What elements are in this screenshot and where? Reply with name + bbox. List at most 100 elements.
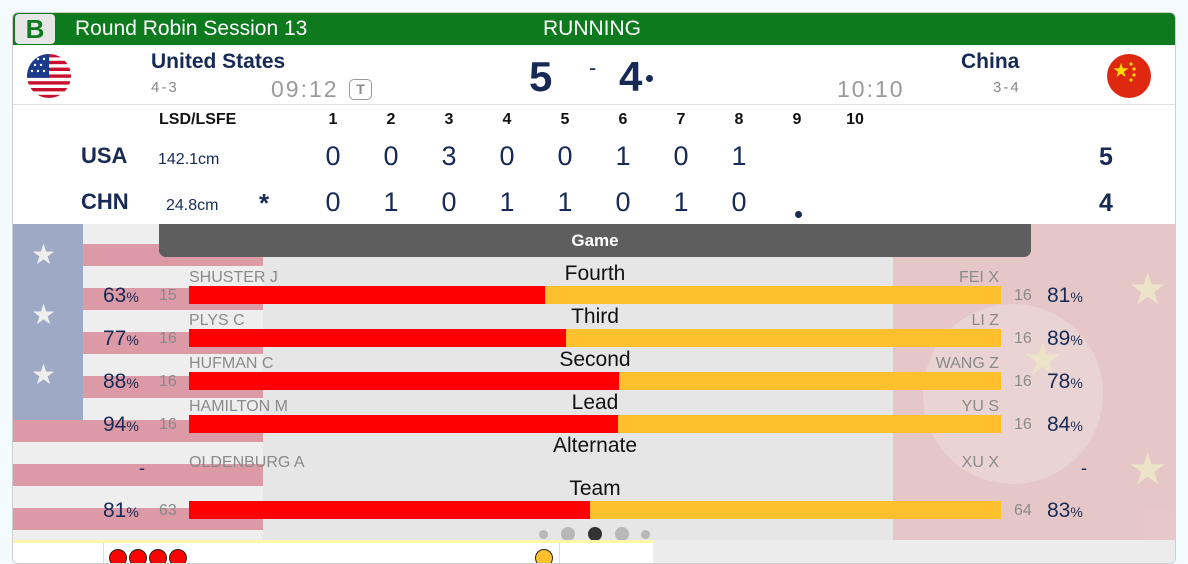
usa-total: 5	[1099, 143, 1113, 171]
position-label: Fourth	[564, 262, 626, 285]
chn-percentage-value: 84	[1047, 413, 1071, 436]
linescore: LSD/LSFE 1 2 3 4 5 6 7 8 9 10 USA 142.1c…	[13, 106, 1175, 224]
chn-shot-count: 16	[1014, 287, 1032, 304]
teams-row: United States 4-3 09:12 T 5 - 4 10:10 Ch…	[13, 45, 1175, 105]
usa-percentage-value: 77	[103, 327, 127, 350]
away-team-record: 3-4	[993, 79, 1021, 96]
stat-row-alternate: OLDENBURG A Alternate XU X - -	[13, 434, 1175, 479]
percent-sign: %	[1070, 289, 1083, 305]
stat-row-fourth: SHUSTER J Fourth FEI X 63% 15 16 81%	[13, 262, 1175, 307]
percent-sign: %	[1070, 504, 1083, 520]
sheet-badge: B	[15, 14, 55, 44]
red-stone-icon	[149, 549, 167, 563]
divider	[103, 543, 104, 563]
home-team-record: 4-3	[151, 79, 179, 96]
divider	[559, 543, 560, 563]
home-team-name: United States	[151, 50, 286, 73]
scoreboard-card: B Round Robin Session 13 RUNNING United …	[12, 12, 1176, 564]
page-dot-active[interactable]	[588, 527, 602, 541]
chn-percentage: 84%	[1047, 413, 1083, 437]
usa-percentage: 81%	[103, 499, 139, 523]
timeout-icon[interactable]: T	[349, 79, 372, 100]
usa-bar-fill	[189, 329, 566, 347]
comparison-bar	[189, 501, 1001, 519]
usa-percentage-value: 81	[103, 499, 127, 522]
chn-end-1: 0	[325, 187, 341, 217]
page-dot[interactable]	[561, 527, 575, 541]
chn-player-name: FEI X	[958, 269, 999, 286]
usa-shot-count: 16	[159, 416, 177, 433]
comparison-bar	[189, 329, 1001, 347]
chn-shot-count: 64	[1014, 502, 1032, 519]
usa-end-8: 1	[731, 141, 747, 171]
red-stone-icon	[109, 549, 127, 563]
chn-player-name: LI Z	[971, 312, 999, 329]
end-header-10: 10	[846, 111, 864, 128]
usa-bar-fill	[189, 501, 591, 519]
usa-end-1: 0	[325, 141, 341, 171]
away-team-name: China	[961, 50, 1020, 73]
position-label: Second	[559, 348, 631, 371]
home-score: 5	[529, 53, 553, 100]
tab-game[interactable]: Game	[159, 224, 1031, 257]
comparison-bar	[189, 286, 1001, 304]
end-header-4: 4	[502, 111, 512, 128]
yellow-stone-icon	[535, 549, 553, 563]
chn-percentage: 78%	[1047, 370, 1083, 394]
usa-shot-count: 15	[159, 287, 177, 304]
usa-player-name: OLDENBURG A	[189, 454, 305, 471]
chn-end-6: 0	[615, 187, 631, 217]
usa-player-name: PLYS C	[189, 312, 245, 329]
usa-bar-fill	[189, 286, 546, 304]
percent-sign: %	[126, 289, 139, 305]
chn-percentage-value: 78	[1047, 370, 1071, 393]
usa-percentage: -	[139, 458, 145, 478]
comparison-bar	[189, 372, 1001, 390]
end-header-2: 2	[386, 111, 396, 128]
bottom-filler	[653, 540, 1175, 563]
end-header-5: 5	[560, 111, 570, 128]
away-time-clock: 10:10	[837, 76, 905, 102]
usa-shot-count: 16	[159, 330, 177, 347]
stat-row-team: Team 81% 63 64 83%	[13, 477, 1175, 523]
chn-player-name: YU S	[961, 398, 999, 415]
position-label: Team	[569, 477, 621, 500]
usa-lsd: 142.1cm	[158, 151, 220, 168]
page-dot[interactable]	[539, 530, 548, 539]
usa-abbr: USA	[81, 143, 128, 168]
chn-shot-count: 16	[1014, 416, 1032, 433]
usa-player-name: SHUSTER J	[189, 269, 278, 286]
page: B Round Robin Session 13 RUNNING United …	[0, 0, 1188, 564]
session-title: Round Robin Session 13	[75, 17, 308, 40]
page-dot[interactable]	[641, 530, 650, 539]
usa-percentage-value: 94	[103, 413, 127, 436]
stat-row-lead: HAMILTON M Lead YU S 94% 16 16 84%	[13, 391, 1175, 437]
usa-end-3: 3	[441, 141, 457, 171]
game-status: RUNNING	[543, 17, 641, 40]
page-dot[interactable]	[615, 527, 629, 541]
end-header-3: 3	[444, 111, 454, 128]
usa-shot-count: 16	[159, 373, 177, 390]
lsd-header: LSD/LSFE	[159, 111, 237, 128]
chn-percentage: 83%	[1047, 499, 1083, 523]
stat-row-third: PLYS C Third LI Z 77% 16 16 89%	[13, 305, 1175, 351]
usa-shot-count: 63	[159, 502, 177, 519]
chn-total: 4	[1099, 189, 1113, 217]
usa-flag-icon	[27, 54, 71, 98]
usa-percentage-value: 63	[103, 284, 127, 307]
percent-sign: %	[1070, 332, 1083, 348]
red-stone-icon	[169, 549, 187, 563]
china-flag-icon	[1107, 54, 1151, 98]
chn-percentage: 89%	[1047, 327, 1083, 351]
current-end-dot	[795, 211, 802, 218]
end-header-7: 7	[676, 111, 686, 128]
player-stats: ★ ★ ★ ★ ★ ★ Game SHUSTER J Fourth FEI X 63% …	[13, 224, 1175, 563]
usa-end-4: 0	[499, 141, 515, 171]
red-stone-icon	[129, 549, 147, 563]
stat-row-second: HUFMAN C Second WANG Z 88% 16 16 78%	[13, 348, 1175, 394]
percent-sign: %	[1070, 375, 1083, 391]
score-separator: -	[589, 55, 597, 80]
chn-end-5: 1	[557, 187, 573, 217]
percent-sign: %	[126, 332, 139, 348]
chn-percentage-value: 83	[1047, 499, 1071, 522]
